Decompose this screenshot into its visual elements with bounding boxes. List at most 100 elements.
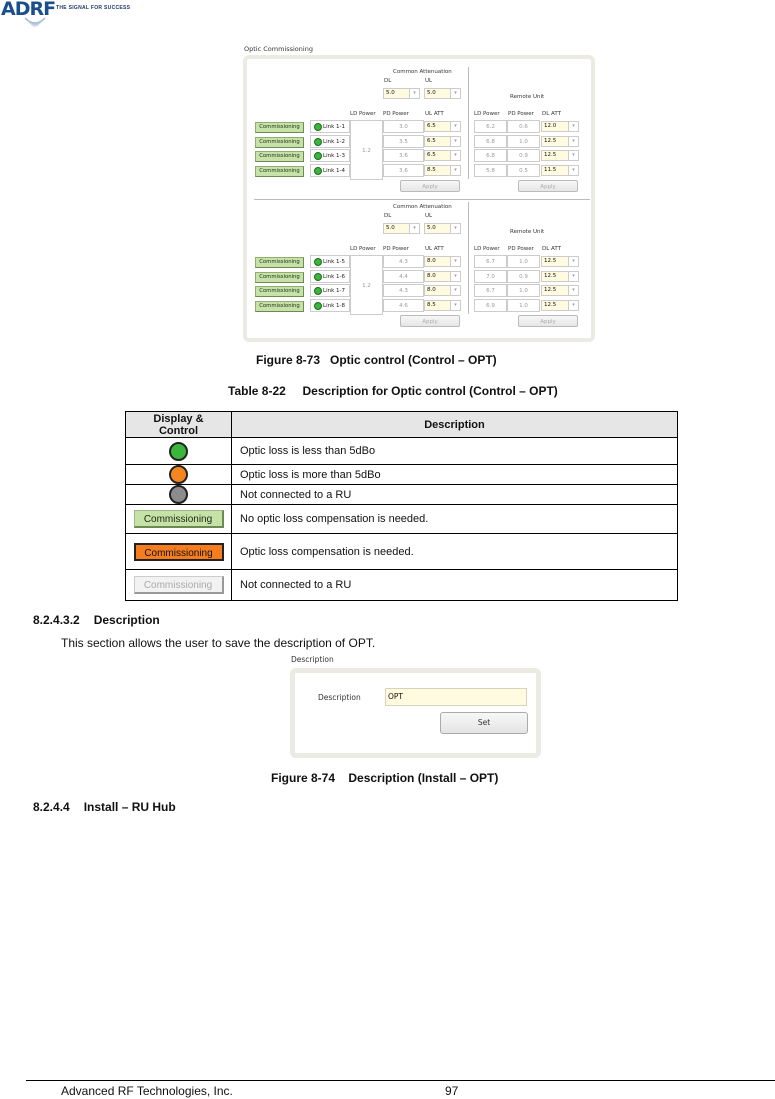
chevron-down-icon: ▾ (450, 300, 460, 310)
section-heading-install-ru-hub: 8.2.4.4 Install – RU Hub (33, 800, 176, 814)
ul-att-select[interactable]: 6.5 ▾ (424, 121, 461, 132)
row-description: Optic loss is more than 5dBo (231, 464, 678, 485)
chevron-down-icon: ▾ (450, 136, 460, 146)
row-description: Optic loss compensation is needed. (231, 533, 678, 570)
link-name: Link 1-1 (323, 124, 345, 130)
heading-number: 8.2.4.4 (33, 800, 70, 814)
link-cell: Link 1-2 (310, 134, 350, 148)
ru-dl-att-select[interactable]: 11.5 ▾ (541, 164, 579, 176)
section-paragraph: This section allows the user to save the… (61, 636, 376, 650)
select-value: 12.5 (544, 301, 557, 308)
orange-led-icon (169, 465, 188, 484)
ul-att-select[interactable]: 8.0 ▾ (424, 270, 461, 282)
ru-dl-att-select[interactable]: 12.5 ▾ (541, 299, 579, 311)
heading-title: Install – RU Hub (83, 800, 176, 814)
adrf-logo: ADRF THE SIGNAL FOR SUCCESS (0, 0, 170, 32)
common-dl-attenuation-select[interactable]: 5.0 ▾ (383, 223, 420, 234)
ru-dl-att-select[interactable]: 12.0 ▾ (541, 121, 579, 132)
heading-number: 8.2.4.3.2 (33, 613, 80, 627)
ru-pd-power-value: 1.0 (507, 255, 540, 268)
common-ul-attenuation-select[interactable]: 5.0 ▾ (424, 88, 461, 99)
figure-73-caption: Figure 8-73 Optic control (Control – OPT… (256, 353, 497, 367)
ru-ld-power-value: 5.8 (474, 163, 507, 177)
chevron-down-icon: ▾ (568, 122, 578, 131)
green-led-icon (314, 137, 322, 146)
table-header-row: Display & Control Description (125, 411, 678, 438)
ru-apply-button[interactable]: Apply (518, 315, 578, 327)
pd-power-value: 3.6 (383, 149, 424, 162)
commissioning-button[interactable]: Commissioning (255, 136, 304, 148)
select-value: 8.0 (427, 287, 436, 293)
ul-att-select[interactable]: 8.5 ▾ (424, 299, 461, 311)
set-button[interactable]: Set (440, 712, 528, 734)
ru-pd-power-value: 1.0 (507, 134, 540, 148)
commissioning-button[interactable]: Commissioning (255, 271, 304, 283)
ru-apply-button[interactable]: Apply (518, 180, 578, 192)
chevron-down-icon: ▾ (450, 165, 460, 175)
commissioning-button[interactable]: Commissioning (255, 286, 304, 297)
ru-pd-power-value: 0.6 (507, 120, 540, 133)
remote-unit-label: Remote Unit (510, 229, 545, 235)
row-description: Not connected to a RU (231, 484, 678, 505)
common-attenuation-label: Common Attenuation (393, 204, 452, 210)
group-separator (254, 199, 590, 200)
select-value: 8.0 (427, 272, 436, 279)
chevron-down-icon: ▾ (409, 89, 419, 98)
ul-label: UL (425, 213, 433, 219)
link-cell: Link 1-8 (310, 298, 350, 312)
green-led-icon (314, 166, 322, 175)
apply-button[interactable]: Apply (400, 180, 460, 192)
ru-col-pd-power: PD Power (508, 246, 534, 252)
common-dl-attenuation-select[interactable]: 5.0 ▾ (383, 88, 420, 99)
green-led-icon (314, 301, 322, 310)
ru-pd-power-value: 0.9 (507, 269, 540, 283)
table-row: Commissioning Not connected to a RU (125, 569, 678, 601)
ru-ld-power-value: 6.8 (474, 134, 507, 148)
ru-dl-att-select[interactable]: 12.5 ▾ (541, 150, 579, 161)
link-cell: Link 1-3 (310, 149, 350, 162)
optic-control-description-table: Display & Control Description Optic loss… (125, 411, 678, 601)
link-name: Link 1-6 (323, 273, 345, 280)
ul-att-select[interactable]: 6.5 ▾ (424, 150, 461, 161)
select-value: 6.5 (427, 123, 436, 129)
ul-att-select[interactable]: 6.5 ▾ (424, 135, 461, 147)
commissioning-button[interactable]: Commissioning (255, 300, 304, 312)
commissioning-button[interactable]: Commissioning (255, 257, 304, 268)
ul-label: UL (425, 78, 433, 84)
chevron-down-icon: ▾ (568, 136, 578, 146)
select-value: 12.5 (544, 258, 557, 264)
ul-att-select[interactable]: 8.0 ▾ (424, 285, 461, 296)
table-row: Optic loss is more than 5dBo (125, 464, 678, 485)
ru-dl-att-select[interactable]: 12.5 ▾ (541, 270, 579, 282)
pd-power-value: 4.6 (383, 298, 424, 312)
pd-power-value: 4.3 (383, 284, 424, 297)
chevron-down-icon: ▾ (568, 286, 578, 295)
ru-ld-power-value: 6.9 (474, 298, 507, 312)
ru-ld-power-value: 6.2 (474, 120, 507, 133)
ru-dl-att-select[interactable]: 12.5 ▾ (541, 285, 579, 296)
commissioning-button[interactable]: Commissioning (255, 122, 304, 133)
select-value: 8.5 (427, 301, 436, 308)
description-input[interactable]: OPT (385, 688, 527, 706)
commissioning-button[interactable]: Commissioning (255, 165, 304, 177)
apply-button[interactable]: Apply (400, 315, 460, 327)
row-description: Not connected to a RU (231, 569, 678, 601)
ul-att-select[interactable]: 8.5 ▾ (424, 164, 461, 176)
commissioning-gray-button-sample: Commissioning (133, 576, 224, 594)
link-name: Link 1-2 (323, 138, 345, 145)
table-row: Commissioning No optic loss compensation… (125, 504, 678, 534)
common-ul-attenuation-select[interactable]: 5.0 ▾ (424, 223, 461, 234)
ru-dl-att-select[interactable]: 12.5 ▾ (541, 256, 579, 267)
pd-power-value: 4.3 (383, 255, 424, 268)
ul-att-select[interactable]: 8.0 ▾ (424, 256, 461, 267)
link-name: Link 1-7 (323, 288, 345, 294)
pd-power-value: 3.5 (383, 134, 424, 148)
footer-company: Advanced RF Technologies, Inc. (61, 1084, 233, 1098)
section-divider (468, 202, 469, 314)
pd-power-value: 4.4 (383, 269, 424, 283)
green-led-icon (314, 123, 322, 131)
table-8-22-caption: Table 8-22 Description for Optic control… (228, 384, 558, 398)
commissioning-button[interactable]: Commissioning (255, 151, 304, 162)
ru-ld-power-value: 6.8 (474, 149, 507, 162)
ru-dl-att-select[interactable]: 12.5 ▾ (541, 135, 579, 147)
